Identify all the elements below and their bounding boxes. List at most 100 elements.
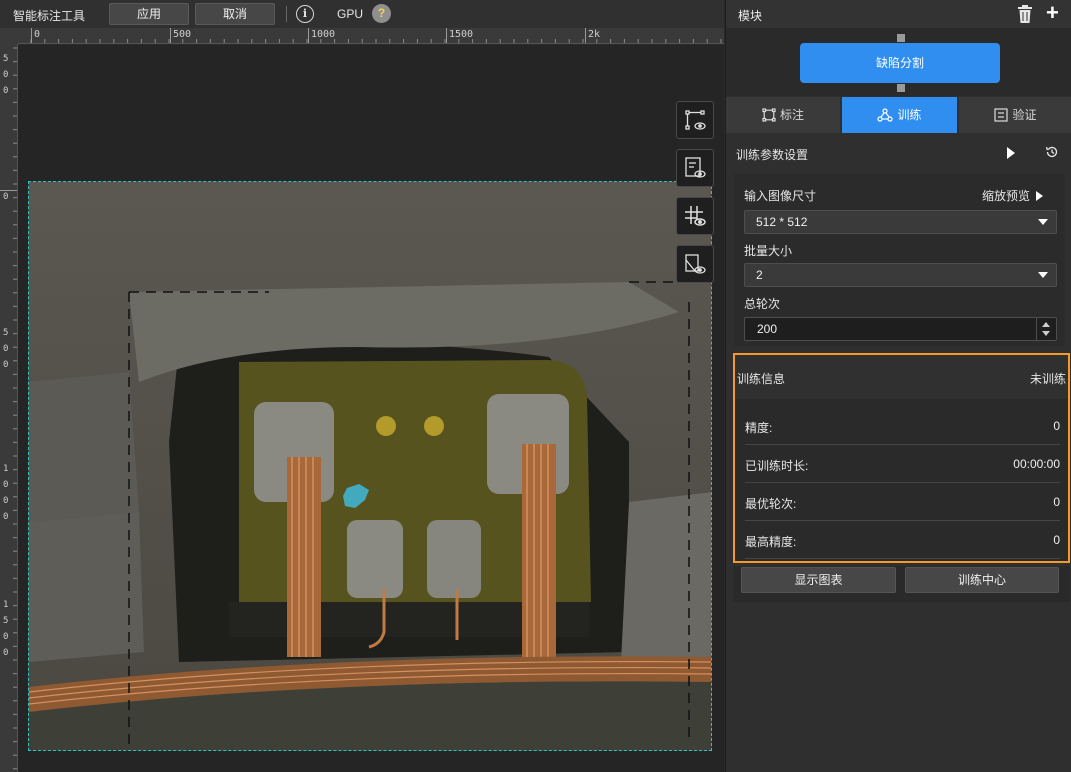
info-icon[interactable]: i [296, 5, 314, 23]
info-row-elapsed: 已训练时长: 00:00:00 [745, 445, 1060, 483]
training-center-button[interactable]: 训练中心 [905, 567, 1059, 593]
ruler-left-label: 0 [3, 648, 9, 658]
ruler-top-label: 0 [34, 29, 41, 40]
panel-title: 模块 [738, 9, 763, 23]
ruler-major-tick [446, 28, 447, 43]
info-value: 0 [1053, 533, 1060, 547]
info-key: 最优轮次: [745, 497, 797, 511]
ruler-left-label: 0 [3, 192, 9, 202]
train-params-title: 训练参数设置 [736, 148, 809, 162]
chevron-down-icon [1038, 272, 1048, 278]
input-size-select[interactable]: 512 * 512 [744, 210, 1057, 234]
ruler-left-label: 1 [3, 464, 9, 474]
train-status: 未训练 [1029, 372, 1066, 386]
show-chart-button[interactable]: 显示图表 [741, 567, 896, 593]
batch-size-label: 批量大小 [744, 244, 793, 258]
tab-validate-label: 验证 [1012, 108, 1037, 122]
ruler-left-label: 1 [3, 600, 9, 610]
top-toolbar: 智能标注工具 应用 取消 i GPU ? [0, 0, 724, 28]
trash-icon[interactable] [1016, 4, 1034, 27]
info-key: 精度: [745, 421, 773, 435]
module-flow: 缺陷分割 [726, 28, 1071, 96]
decrement-icon[interactable] [1042, 331, 1050, 336]
ruler-top-label: 500 [173, 29, 192, 40]
ruler-left-label: 0 [3, 344, 9, 354]
ruler-top-label: 1000 [311, 29, 336, 40]
train-params-header: 训练参数设置 [726, 140, 1071, 166]
train-info-panel: 训练信息 未训练 精度: 0 已训练时长: 00:00:00 最优轮次: 0 最… [733, 353, 1070, 563]
ruler-major-tick [31, 28, 32, 43]
ruler-top-label: 1500 [449, 29, 474, 40]
info-value: 0 [1053, 495, 1060, 509]
ruler-left-label: 0 [3, 86, 9, 96]
defect-segmentation-module-button[interactable]: 缺陷分割 [800, 43, 1000, 83]
info-value: 00:00:00 [1013, 457, 1060, 471]
ruler-left-label: 5 [3, 54, 9, 64]
tab-annotate-label: 标注 [779, 108, 804, 122]
plus-icon[interactable]: + [1046, 2, 1059, 24]
ruler-top: 0 500 1000 1500 2k [18, 28, 724, 44]
train-info-header: 训练信息 未训练 [735, 355, 1068, 399]
info-key: 已训练时长: [745, 459, 809, 473]
info-row-best-accuracy: 最高精度: 0 [745, 521, 1060, 559]
ruler-major-tick [0, 190, 17, 191]
panel-header: 模块 + [726, 0, 1071, 28]
ruler-left-label: 5 [3, 616, 9, 626]
ruler-left-label: 0 [3, 496, 9, 506]
tab-validate[interactable]: 验证 [959, 97, 1071, 133]
train-icon [877, 100, 894, 136]
ruler-left-label: 0 [3, 512, 9, 522]
annotation-icon [762, 100, 776, 136]
chevron-down-icon [1038, 219, 1048, 225]
toolbar-divider [286, 6, 287, 22]
train-info-title: 训练信息 [737, 372, 786, 386]
input-size-label: 输入图像尺寸 [744, 189, 817, 203]
epochs-stepper[interactable]: 200 [744, 317, 1057, 341]
inspection-image[interactable] [29, 182, 712, 751]
image-selection-frame[interactable] [28, 181, 712, 751]
info-row-accuracy: 精度: 0 [745, 407, 1060, 445]
view-tools [676, 101, 714, 293]
epochs-label: 总轮次 [744, 297, 781, 311]
tab-train-label: 训练 [897, 108, 922, 122]
mask-visibility-icon[interactable] [676, 245, 714, 283]
ruler-left: 5 0 0 0 5 0 0 1 0 0 0 1 5 0 0 [0, 44, 18, 772]
input-size-value: 512 * 512 [756, 215, 808, 229]
annotation-visibility-icon[interactable] [676, 101, 714, 139]
validate-icon [994, 100, 1009, 136]
batch-size-select[interactable]: 2 [744, 263, 1057, 287]
checklist-visibility-icon[interactable] [676, 149, 714, 187]
tool-title: 智能标注工具 [13, 9, 86, 23]
epochs-value: 200 [757, 322, 778, 336]
module-tabs: 标注 训练 验证 [726, 97, 1071, 133]
tab-train[interactable]: 训练 [842, 97, 957, 133]
image-canvas[interactable] [18, 45, 724, 772]
run-training-play-icon[interactable] [1007, 147, 1015, 159]
ruler-major-tick [170, 28, 171, 43]
info-value: 0 [1053, 419, 1060, 433]
cancel-button[interactable]: 取消 [195, 3, 275, 25]
module-connector-bottom [897, 84, 905, 92]
train-actions: 显示图表 训练中心 [733, 566, 1070, 602]
apply-button[interactable]: 应用 [109, 3, 189, 25]
grid-visibility-icon[interactable] [676, 197, 714, 235]
module-connector-top [897, 34, 905, 42]
ruler-major-tick [585, 28, 586, 43]
info-key: 最高精度: [745, 535, 797, 549]
gpu-label: GPU [337, 7, 364, 21]
increment-icon[interactable] [1042, 322, 1050, 327]
ruler-major-tick [308, 28, 309, 43]
ruler-left-label: 0 [3, 632, 9, 642]
ruler-left-ticks [13, 47, 17, 770]
help-icon[interactable]: ? [372, 4, 391, 23]
train-params: 输入图像尺寸 缩放预览 512 * 512 批量大小 2 总轮次 200 [734, 174, 1065, 346]
batch-size-value: 2 [756, 268, 763, 282]
zoom-preview-play-icon [1036, 191, 1044, 201]
tab-annotate[interactable]: 标注 [726, 97, 840, 133]
ruler-top-ticks [30, 39, 722, 43]
ruler-left-label: 0 [3, 480, 9, 490]
zoom-preview-button[interactable]: 缩放预览 [982, 187, 1044, 204]
info-row-best-epoch: 最优轮次: 0 [745, 483, 1060, 521]
history-icon[interactable] [1045, 145, 1059, 162]
module-panel: 模块 + 缺陷分割 标注 训练 验证 训练参数设置 输入图像尺寸 缩放预览 51… [725, 0, 1071, 772]
